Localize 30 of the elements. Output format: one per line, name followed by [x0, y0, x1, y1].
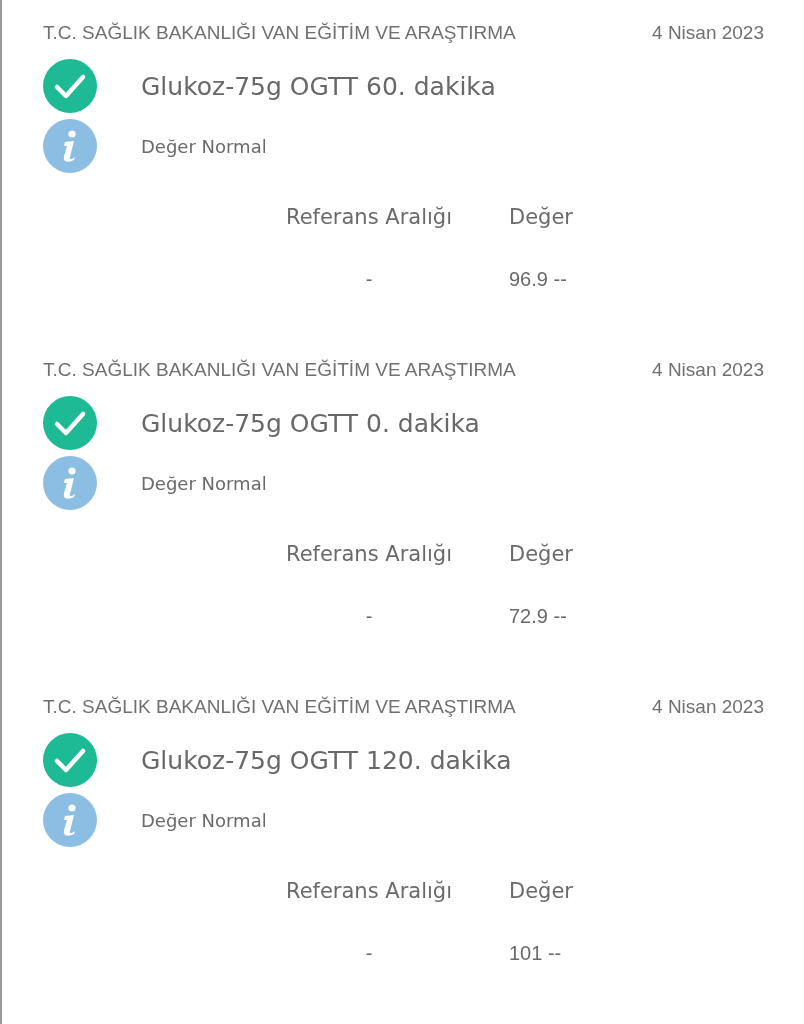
checkmark-icon — [43, 396, 97, 450]
result-note: Değer Normal — [141, 809, 267, 831]
result-note: Değer Normal — [141, 135, 267, 157]
column-header: Referans Aralığı — [286, 542, 452, 566]
institution-name: T.C. SAĞLIK BAKANLIĞI VAN EĞİTİM VE ARAŞTIRMA — [43, 359, 516, 381]
info-icon — [43, 119, 97, 173]
institution-name: T.C. SAĞLIK BAKANLIĞI VAN EĞİTİM VE ARAŞTIRMA — [43, 696, 516, 718]
test-name: Glukoz-75g OGTT 60. dakika — [141, 71, 496, 101]
table-cell: - — [365, 942, 373, 965]
test-name: Glukoz-75g OGTT 120. dakika — [141, 745, 512, 775]
checkmark-icon — [43, 59, 97, 113]
institution-name: T.C. SAĞLIK BAKANLIĞI VAN EĞİTİM VE ARAŞTIRMA — [43, 22, 516, 44]
table-cell: - — [365, 605, 373, 628]
column-header: Değer — [509, 879, 573, 903]
column-header: Değer — [509, 205, 573, 229]
result-date: 4 Nisan 2023 — [652, 696, 764, 718]
column-header: Referans Aralığı — [286, 205, 452, 229]
result-date: 4 Nisan 2023 — [652, 22, 764, 44]
test-name: Glukoz-75g OGTT 0. dakika — [141, 408, 480, 438]
table-cell: - — [365, 268, 373, 291]
result-date: 4 Nisan 2023 — [652, 359, 764, 381]
result-note: Değer Normal — [141, 472, 267, 494]
column-header: Değer — [509, 542, 573, 566]
table-cell: 72.9 -- — [509, 605, 567, 628]
table-cell: 101 -- — [509, 942, 562, 965]
table-cell: 96.9 -- — [509, 268, 567, 291]
info-icon — [43, 793, 97, 847]
column-header: Referans Aralığı — [286, 879, 452, 903]
info-icon — [43, 456, 97, 510]
checkmark-icon — [43, 733, 97, 787]
